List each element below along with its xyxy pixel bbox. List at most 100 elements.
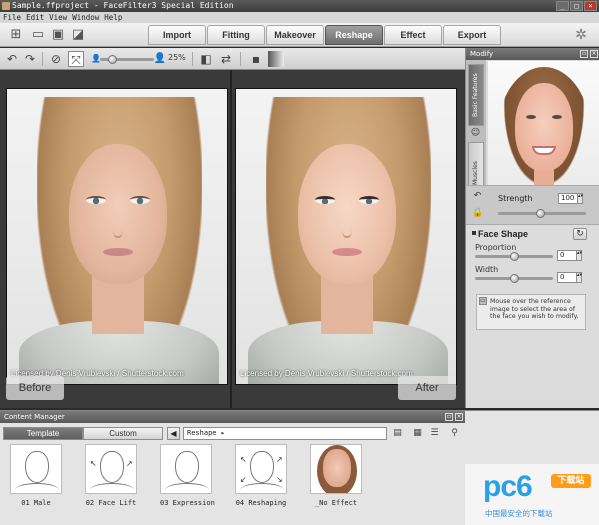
modify-panel: Modify ▫× Basic Features Muscles ☺ ⚉ ↶ 🔒… xyxy=(465,48,599,408)
template-label: 03 Expression xyxy=(160,499,215,507)
tab-basic-features[interactable]: Basic Features xyxy=(468,64,484,126)
menu-window[interactable]: Window xyxy=(72,12,99,23)
width-slider-knob[interactable] xyxy=(510,274,519,283)
tab-template[interactable]: Template xyxy=(3,427,83,440)
menu-help[interactable]: Help xyxy=(104,12,122,23)
tab-export[interactable]: Export xyxy=(443,25,501,45)
strength-label: Strength xyxy=(498,194,533,203)
minimize-button[interactable]: _ xyxy=(556,1,569,11)
split-divider[interactable] xyxy=(230,70,232,408)
strength-slider-knob[interactable] xyxy=(536,209,545,218)
window-title: Sample.ffproject - FaceFilter3 Special E… xyxy=(12,1,234,10)
hint-text: Mouse over the reference image to select… xyxy=(490,298,579,320)
content-path[interactable]: Reshape ▸ xyxy=(183,427,387,440)
before-label: Before xyxy=(6,376,64,400)
tab-import[interactable]: Import xyxy=(148,25,206,45)
tab-reshape[interactable]: Reshape xyxy=(325,25,383,45)
gradient-icon[interactable] xyxy=(268,51,284,67)
template-item[interactable]: 03 Expression xyxy=(160,444,215,507)
preview-canvas[interactable]: Licensed by Denis Vrublevski / Shutterst… xyxy=(0,70,465,408)
width-spinner[interactable]: ▴▾ xyxy=(577,272,582,283)
window-titlebar: Sample.ffproject - FaceFilter3 Special E… xyxy=(0,0,599,12)
watermark-logo: pc6 xyxy=(483,470,533,503)
menu-file[interactable]: File xyxy=(3,12,21,23)
list-view-icon[interactable]: ☰ xyxy=(428,427,441,440)
save-icon[interactable]: ▣ xyxy=(50,27,66,43)
template-item[interactable]: ↖ ↗ ↙ ↘ 04 Reshaping xyxy=(235,444,287,507)
face-shape-bullet xyxy=(472,231,476,235)
close-button[interactable]: × xyxy=(584,1,597,11)
save-as-icon[interactable]: ◪ xyxy=(70,27,86,43)
strength-spinner[interactable]: ▴▾ xyxy=(578,193,583,204)
menu-bar: File Edit View Window Help xyxy=(0,12,599,23)
busy-spinner-icon: ✲ xyxy=(575,27,587,43)
face xyxy=(69,144,167,284)
menu-view[interactable]: View xyxy=(49,12,67,23)
template-item[interactable]: ↖ ↗ 02 Face Lift xyxy=(85,444,137,507)
proportion-label: Proportion xyxy=(475,243,517,252)
maximize-button[interactable]: □ xyxy=(570,1,583,11)
redo-icon[interactable]: ↷ xyxy=(22,51,38,67)
right-eye xyxy=(130,196,150,204)
template-thumbnails: 01 Male ↖ ↗ 02 Face Lift 03 Expression ↖… xyxy=(10,444,362,507)
undo-modify-icon[interactable]: ↶ xyxy=(472,191,483,202)
face-shape-title: Face Shape xyxy=(478,229,529,239)
photo-face-icon xyxy=(310,444,362,494)
content-manager-spacer xyxy=(465,410,599,464)
app-icon xyxy=(2,2,10,10)
toolbar-divider xyxy=(42,52,43,66)
tab-effect[interactable]: Effect xyxy=(384,25,442,45)
mouth xyxy=(103,248,133,256)
mouth xyxy=(332,248,362,256)
photo-credit: Licensed by Denis Vrublevski / Shutterst… xyxy=(240,369,413,378)
tab-custom[interactable]: Custom xyxy=(83,427,163,440)
close-panel-icon[interactable]: × xyxy=(590,50,598,58)
lock-icon[interactable]: 🔒 xyxy=(472,208,483,219)
toolbar-divider xyxy=(240,52,241,66)
before-photo[interactable]: Licensed by Denis Vrublevski / Shutterst… xyxy=(6,88,228,385)
details-view-icon[interactable]: ▤ xyxy=(391,427,404,440)
open-folder-icon[interactable]: ▭ xyxy=(30,27,46,43)
background-icon[interactable]: ▪ xyxy=(248,51,264,67)
template-label: 04 Reshaping xyxy=(235,499,287,507)
proportion-slider-knob[interactable] xyxy=(510,252,519,261)
after-photo[interactable]: Licensed by Denis Vrublevski / Shutterst… xyxy=(235,88,457,385)
template-item[interactable]: _No Effect xyxy=(310,444,362,507)
tab-fitting[interactable]: Fitting xyxy=(207,25,265,45)
thumbnail-view-icon[interactable]: ▦ xyxy=(411,427,424,440)
template-item[interactable]: 01 Male xyxy=(10,444,62,507)
nose xyxy=(342,216,352,238)
float-panel-icon[interactable]: ▫ xyxy=(445,413,453,421)
tab-makeover[interactable]: Makeover xyxy=(266,25,324,45)
strength-control: ↶ 🔒 Strength 100 ▴▾ xyxy=(466,185,599,225)
zoom-in-icon[interactable]: 👤 xyxy=(152,51,168,67)
width-label: Width xyxy=(475,265,499,274)
hint-icon: ▭ xyxy=(479,297,487,305)
site-watermark: pc6 下载站 中国最安全的下载站 xyxy=(465,464,599,525)
reset-face-shape-button[interactable]: ↻ xyxy=(573,228,587,240)
template-label: 02 Face Lift xyxy=(85,499,137,507)
back-arrow-button[interactable]: ◀ xyxy=(167,427,180,440)
new-project-icon[interactable]: ⊞ xyxy=(8,27,24,43)
strength-input[interactable]: 100 xyxy=(558,193,578,204)
left-eye xyxy=(86,196,106,204)
disable-icon[interactable]: ⊘ xyxy=(48,51,64,67)
menu-edit[interactable]: Edit xyxy=(26,12,44,23)
nose xyxy=(113,216,123,238)
proportion-input[interactable]: 0 xyxy=(557,250,577,261)
proportion-spinner[interactable]: ▴▾ xyxy=(577,250,582,261)
close-panel-icon[interactable]: × xyxy=(455,413,463,421)
fit-to-window-icon[interactable]: ⤧ xyxy=(68,51,84,67)
template-label: 01 Male xyxy=(21,499,51,507)
reference-face-image[interactable] xyxy=(488,61,599,185)
float-panel-icon[interactable]: ▫ xyxy=(580,50,588,58)
content-manager-title: Content Manager xyxy=(4,413,65,421)
split-view-icon[interactable]: ◧ xyxy=(198,51,214,67)
swap-view-icon[interactable]: ⇄ xyxy=(218,51,234,67)
zoom-slider-knob[interactable] xyxy=(108,55,117,64)
search-icon[interactable]: ⚲ xyxy=(448,427,461,440)
undo-icon[interactable]: ↶ xyxy=(4,51,20,67)
width-input[interactable]: 0 xyxy=(557,272,577,283)
content-manager-header: Content Manager ▫ × xyxy=(0,411,465,423)
modify-panel-title: Modify xyxy=(470,50,494,58)
